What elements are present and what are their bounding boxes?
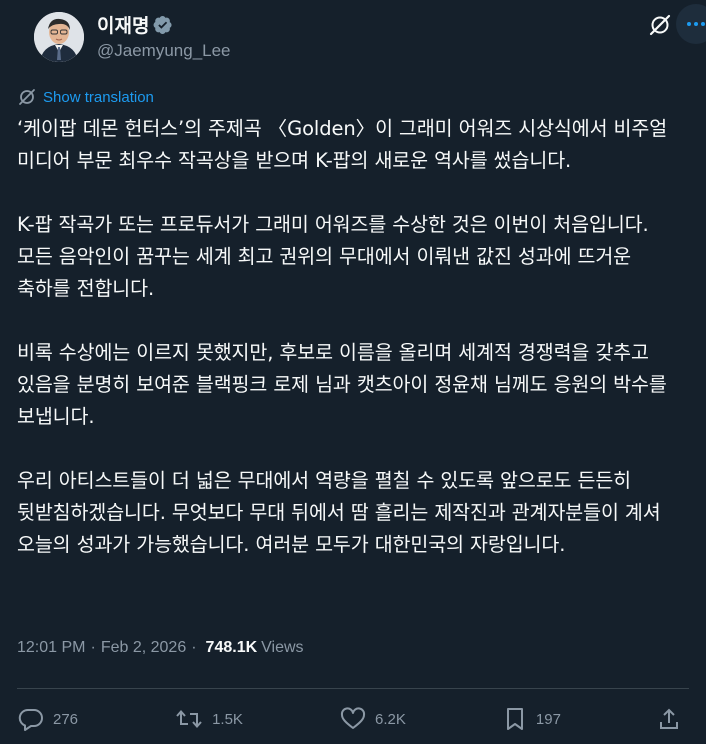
show-translation-label: Show translation: [43, 88, 154, 106]
tweet-paragraph: K-팝 작곡가 또는 프로듀서가 그래미 어워즈를 수상한 것은 이번이 처음입…: [17, 213, 649, 300]
tweet-paragraph: ‘케이팝 데몬 헌터스’의 주제곡 〈Golden〉이 그래미 어워즈 시상식에…: [17, 117, 668, 172]
avatar-image: [34, 12, 84, 62]
avatar[interactable]: [34, 12, 84, 62]
repost-button[interactable]: 1.5K: [174, 707, 243, 731]
post-time[interactable]: 12:01 PM: [17, 639, 85, 657]
share-button[interactable]: [657, 707, 689, 731]
show-translation-link[interactable]: Show translation: [17, 87, 154, 107]
repost-count: 1.5K: [212, 710, 243, 728]
reply-icon: [18, 708, 43, 731]
bookmark-button[interactable]: 197: [502, 707, 561, 731]
verified-badge-icon[interactable]: [153, 15, 173, 35]
more-options-button[interactable]: [676, 4, 706, 44]
tweet: 이재명 @Jaemyung_Lee Show translation ‘케이팝 …: [0, 0, 706, 744]
bookmark-count: 197: [535, 710, 561, 728]
like-count: 6.2K: [374, 710, 406, 728]
bookmark-icon: [506, 708, 523, 730]
tweet-paragraph: 비록 수상에는 이르지 못했지만, 후보로 이름을 올리며 세계적 경쟁력을 갖…: [17, 341, 667, 428]
views-label: Views: [261, 639, 304, 656]
tweet-header: 이재명 @Jaemyung_Lee: [17, 0, 706, 74]
divider: [17, 688, 689, 689]
repost-icon: [176, 709, 202, 729]
reply-count: 276: [53, 710, 79, 728]
meta-separator: ·: [191, 639, 197, 656]
translate-icon: [19, 89, 35, 105]
user-handle[interactable]: @Jaemyung_Lee: [97, 41, 231, 61]
tweet-text: ‘케이팝 데몬 헌터스’의 주제곡 〈Golden〉이 그래미 어워즈 시상식에…: [17, 113, 689, 561]
display-name[interactable]: 이재명: [97, 11, 149, 38]
ellipsis-icon: [687, 22, 705, 26]
action-bar: 276 1.5K 6.2K 197: [17, 699, 689, 739]
grok-icon[interactable]: [647, 12, 673, 38]
tweet-paragraph: 우리 아티스트들이 더 넓은 무대에서 역량을 펼칠 수 있도록 앞으로도 든든…: [17, 469, 661, 556]
heart-icon: [340, 707, 365, 729]
tweet-meta: 12:01 PM · Feb 2, 2026 · 748.1K Views: [17, 639, 304, 657]
views-count[interactable]: 748.1K: [206, 639, 258, 657]
post-date[interactable]: Feb 2, 2026: [101, 639, 186, 657]
like-button[interactable]: 6.2K: [339, 707, 406, 731]
reply-button[interactable]: 276: [17, 707, 78, 731]
name-row: 이재명: [97, 11, 173, 38]
share-icon: [659, 708, 678, 729]
meta-separator: ·: [90, 639, 96, 656]
